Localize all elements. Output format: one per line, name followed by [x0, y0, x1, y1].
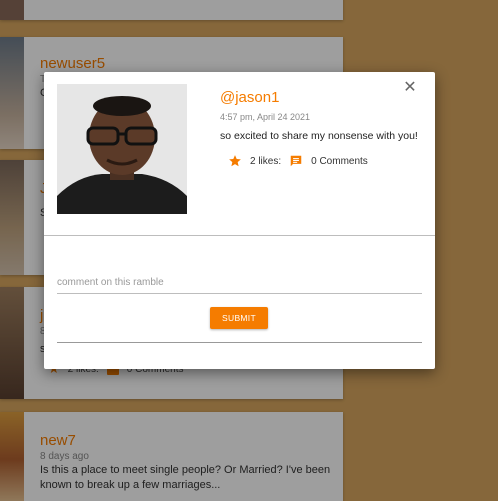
- modal-divider: [44, 235, 435, 236]
- profile-photo: [57, 84, 187, 214]
- comment-icon[interactable]: [289, 154, 303, 168]
- likes-count: 2 likes:: [250, 155, 282, 167]
- star-icon[interactable]: [228, 154, 242, 168]
- comments-count[interactable]: 0 Comments: [311, 156, 368, 167]
- modal-username[interactable]: @jason1: [220, 89, 279, 107]
- modal-ramble-text: so excited to share my nonsense with you…: [220, 130, 418, 142]
- close-icon[interactable]: ✕: [402, 80, 418, 96]
- comment-input[interactable]: [57, 276, 422, 294]
- modal-bottom-divider: [57, 342, 422, 343]
- ramble-modal: ✕ @jason1 4:57 pm, April 24 2021 so exci…: [44, 72, 435, 369]
- modal-timestamp: 4:57 pm, April 24 2021: [220, 112, 311, 122]
- profile-photo-image: [57, 84, 187, 214]
- modal-stats: 2 likes: 0 Comments: [228, 153, 376, 169]
- submit-button[interactable]: SUBMIT: [210, 307, 268, 329]
